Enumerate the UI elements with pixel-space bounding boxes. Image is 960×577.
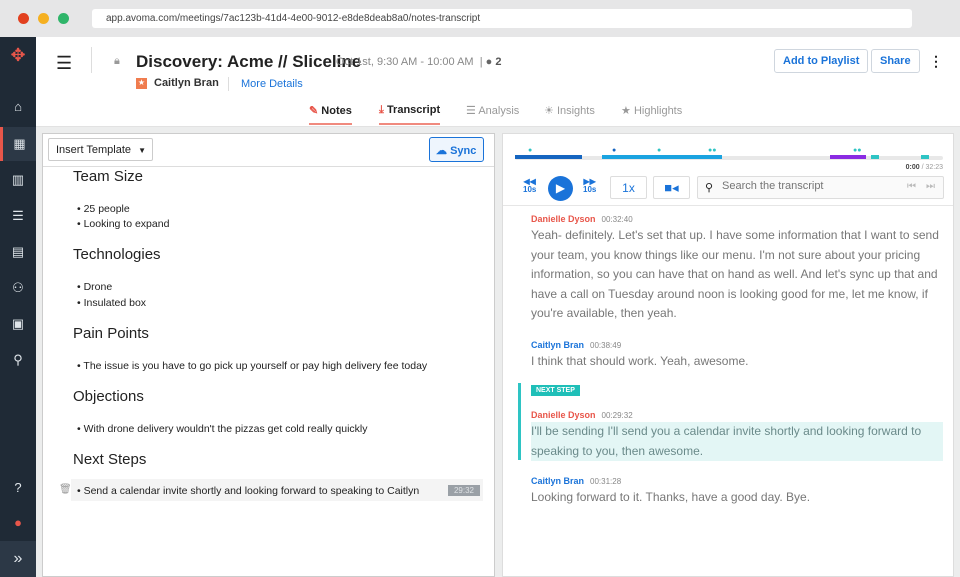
marker-dot[interactable]: ● (612, 147, 616, 154)
meeting-datetime: Oct 1st, 9:30 AM - 10:00 AM | ● 2 (336, 56, 501, 68)
transcript-search[interactable]: ⚲ ⏮ ⏭ (697, 176, 944, 199)
note-item[interactable]: • 25 people (77, 203, 130, 215)
timestamp-chip[interactable]: 29:32 (448, 485, 480, 496)
transcript-text[interactable]: I'll be sending I'll send you a calendar… (531, 422, 943, 461)
marker-dot[interactable]: ●● (853, 147, 861, 154)
note-item[interactable]: • Insulated box (77, 297, 146, 309)
list-icon[interactable]: ☰ (0, 208, 36, 224)
note-item[interactable]: • Send a calendar invite shortly and loo… (77, 485, 419, 497)
minimize-window-button[interactable] (38, 13, 49, 24)
speaker-name[interactable]: Caitlyn Bran00:38:49 (531, 340, 941, 350)
time-readout: 0:00 / 32:23 (906, 164, 943, 171)
section-heading: Team Size (73, 168, 143, 185)
highlight-bar (518, 383, 521, 460)
tab-highlights[interactable]: ★ Highlights (621, 104, 682, 117)
avatar[interactable]: ● (0, 515, 36, 530)
divider (43, 166, 494, 167)
speaker-name[interactable]: Danielle Dyson00:32:40 (531, 214, 941, 224)
notes-panel: Insert Template▼ ☁ Sync Team Size • 25 p… (42, 133, 495, 577)
transcript-panel: ● ● ● ●● ●● 0:00 / 32:23 ◀◀10s ▶ ▶▶10s 1… (502, 133, 954, 577)
transcript-icon: ⤓ (379, 104, 384, 116)
transcript-entry: Danielle Dyson00:32:40 Yeah- definitely.… (531, 214, 941, 324)
timeline-segment[interactable] (602, 155, 722, 159)
note-item[interactable]: • The issue is you have to go pick up yo… (77, 360, 427, 372)
section-heading: Pain Points (73, 325, 149, 342)
star-icon: ★ (136, 78, 147, 89)
search-icon: ⚲ (705, 181, 713, 194)
rewind-button[interactable]: ◀◀10s (523, 178, 536, 194)
sync-button[interactable]: ☁ Sync (429, 137, 484, 162)
tab-transcript[interactable]: ⤓ Transcript (379, 104, 440, 125)
insert-template-dropdown[interactable]: Insert Template▼ (48, 138, 153, 161)
cloud-icon: ☁ (436, 145, 447, 157)
section-heading: Technologies (73, 246, 161, 263)
sidebar: ✥ ⌂ ▦ ▥ ☰ ▤ ⚇ ▣ ⚲ ? ● » (0, 37, 36, 577)
video-icon[interactable]: ■◂ (653, 176, 690, 199)
timeline-segment[interactable] (871, 155, 879, 159)
home-icon[interactable]: ⌂ (0, 99, 36, 114)
timeline-segment[interactable] (830, 155, 866, 159)
transcript-text[interactable]: I think that should work. Yeah, awesome. (531, 352, 941, 372)
help-icon[interactable]: ? (0, 480, 36, 495)
owner-name: Caitlyn Bran (154, 77, 219, 89)
transcript-entry: Caitlyn Bran00:38:49 I think that should… (531, 340, 941, 372)
note-item[interactable]: • Drone (77, 281, 112, 293)
note-item[interactable]: • With drone delivery wouldn't the pizza… (77, 423, 367, 435)
close-window-button[interactable] (18, 13, 29, 24)
play-button[interactable]: ▶ (548, 176, 573, 201)
more-options-icon[interactable]: ⋮ (929, 53, 943, 70)
avoma-logo-icon[interactable]: ✥ (0, 45, 36, 66)
browser-chrome: app.avoma.com/meetings/7ac123b-41d4-4e00… (0, 0, 960, 37)
briefcase-icon[interactable]: ▣ (0, 316, 36, 332)
marker-dot[interactable]: ●● (708, 147, 716, 154)
next-result-icon[interactable]: ⏭ (926, 181, 935, 192)
speed-button[interactable]: 1x (610, 176, 647, 199)
previous-result-icon[interactable]: ⏮ (907, 181, 916, 192)
menu-icon[interactable]: ☰ (56, 53, 72, 74)
caret-down-icon: ▼ (138, 146, 146, 155)
transcript-entry: Danielle Dyson00:29:32 I'll be sending I… (531, 410, 943, 461)
speaker-name[interactable]: Danielle Dyson00:29:32 (531, 410, 943, 420)
speaker-name[interactable]: Caitlyn Bran00:31:28 (531, 476, 941, 486)
timeline-segment[interactable] (515, 155, 582, 159)
forward-button[interactable]: ▶▶10s (583, 178, 596, 194)
divider (91, 47, 92, 73)
user-icon[interactable]: ⚲ (0, 352, 36, 368)
transcript-text[interactable]: Looking forward to it. Thanks, have a go… (531, 488, 941, 508)
share-button[interactable]: Share (871, 49, 920, 73)
marker-dot[interactable]: ● (528, 147, 532, 154)
transcript-text[interactable]: Yeah- definitely. Let's set that up. I h… (531, 226, 941, 324)
chart-icon[interactable]: ▥ (0, 172, 36, 188)
tab-insights[interactable]: ☀ Insights (544, 104, 595, 117)
section-heading: Next Steps (73, 451, 146, 468)
note-item[interactable]: • Looking to expand (77, 218, 169, 230)
page-title: Discovery: Acme // Sliceline (136, 52, 361, 72)
expand-sidebar-icon[interactable]: » (0, 541, 36, 577)
add-to-playlist-button[interactable]: Add to Playlist (774, 49, 868, 73)
timeline-segment[interactable] (921, 155, 929, 159)
transcript-entry: Caitlyn Bran00:31:28 Looking forward to … (531, 476, 941, 508)
more-details-link[interactable]: More Details (241, 78, 303, 90)
maximize-window-button[interactable] (58, 13, 69, 24)
users-icon[interactable]: ⚇ (0, 280, 36, 296)
section-heading: Objections (73, 388, 144, 405)
analysis-icon: ☰ (466, 105, 476, 117)
trash-icon[interactable]: 🗑︎ (59, 484, 72, 495)
divider (503, 205, 953, 206)
insights-icon: ☀ (544, 105, 554, 117)
highlights-icon: ★ (621, 105, 631, 117)
meeting-header: ☰ 🔒︎ Discovery: Acme // Sliceline Oct 1s… (36, 37, 960, 127)
document-icon[interactable]: ▤ (0, 244, 36, 260)
divider (228, 77, 229, 91)
tab-notes[interactable]: ✎ Notes (309, 104, 352, 125)
calendar-icon[interactable]: ▦ (0, 127, 36, 161)
search-input[interactable] (722, 180, 902, 192)
marker-dot[interactable]: ● (657, 147, 661, 154)
tab-analysis[interactable]: ☰ Analysis (466, 104, 519, 117)
notes-icon: ✎ (309, 105, 318, 117)
lock-icon: 🔒︎ (114, 55, 120, 68)
address-bar[interactable]: app.avoma.com/meetings/7ac123b-41d4-4e00… (92, 9, 912, 28)
next-step-badge: NEXT STEP (531, 385, 580, 396)
